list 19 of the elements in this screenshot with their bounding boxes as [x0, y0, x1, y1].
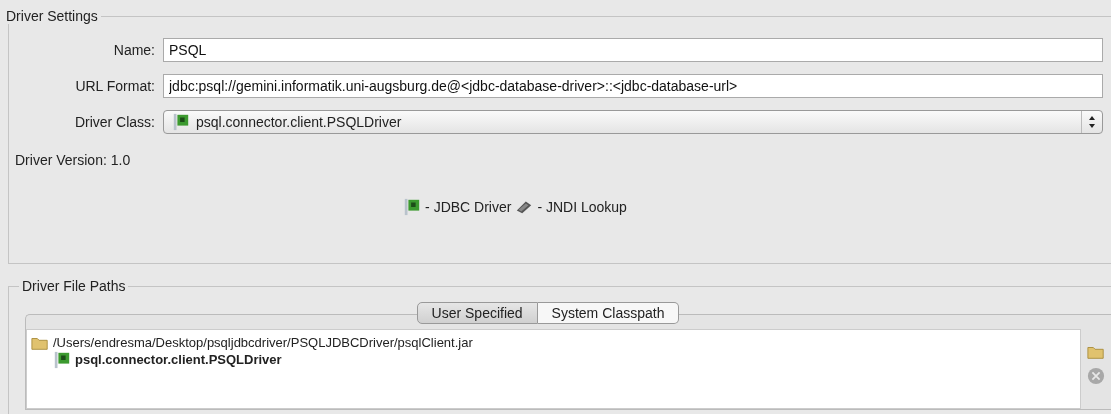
input-field[interactable]: jdbc:psql://gemini.informatik.uni-augsburg.de@<jdbc-database-driver>::<jdbc-database-url> — [163, 74, 1103, 98]
tab[interactable]: System Classpath — [537, 302, 680, 324]
card-icon — [172, 113, 190, 131]
dropdown[interactable]: psql.connector.client.PSQLDriver — [163, 110, 1103, 134]
version-value: 1.0 — [110, 152, 131, 168]
field-label: Name: — [112, 42, 156, 58]
field-label: Driver Version: — [15, 152, 107, 168]
tab[interactable]: User Specified — [416, 302, 538, 324]
card-icon — [403, 198, 422, 216]
group-title: Driver File Paths — [21, 278, 127, 294]
file-path[interactable]: /Users/endresma/Desktop/psqljdbcdriver/PSQLJDBCDriver/psqlClient.jar — [53, 335, 473, 350]
input-field[interactable]: PSQL — [163, 38, 1103, 62]
group-title: Driver Settings — [5, 8, 99, 24]
field-label: URL Format: — [74, 78, 156, 94]
card-icon — [53, 350, 71, 369]
legend-label: - JNDI Lookup — [537, 199, 627, 215]
class-name[interactable]: psql.connector.client.PSQLDriver — [75, 352, 282, 367]
field-label: Driver Class: — [73, 114, 156, 130]
legend-label: - JDBC Driver — [425, 199, 512, 215]
